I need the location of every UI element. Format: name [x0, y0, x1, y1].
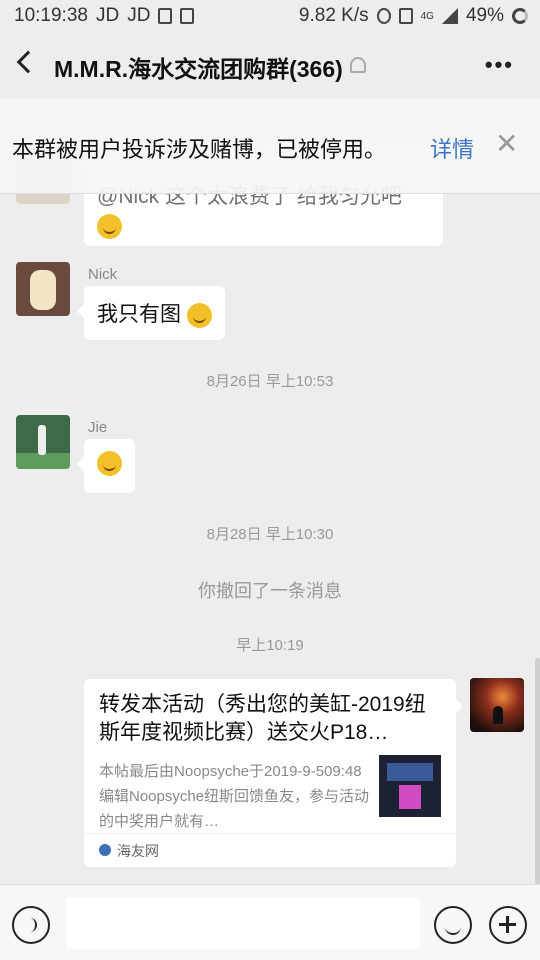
message-bubble[interactable] — [77, 439, 135, 493]
battery-level: 49% — [465, 5, 504, 26]
card-source: 海友网 — [117, 843, 159, 859]
message-list[interactable]: @Nick 这个太浪费了 给我匀允吧 Nick 我只有图 8月26日 早上10:… — [0, 98, 540, 884]
message-input[interactable] — [66, 897, 420, 949]
timestamp: 8月28日 早上10:30 — [206, 526, 334, 543]
chevron-left-icon[interactable] — [16, 50, 40, 74]
thinking-emoji-icon — [186, 302, 212, 328]
chat-header: M.M.R.海水交流团购群(366) ••• — [0, 32, 540, 98]
plus-icon[interactable] — [489, 906, 527, 944]
card-thumbnail — [379, 755, 441, 817]
avatar[interactable] — [16, 262, 70, 316]
vibrate-icon — [398, 8, 413, 24]
timestamp: 8月26日 早上10:53 — [206, 373, 334, 390]
card-title: 转发本活动（秀出您的美缸-2019纽斯年度视频比赛）送交火P18… — [99, 693, 426, 744]
network-speed: 9.82 K/s — [298, 5, 369, 26]
input-bar — [0, 884, 540, 960]
timestamp: 早上10:19 — [236, 637, 304, 654]
emoji-icon[interactable] — [434, 906, 472, 944]
signal-icon — [441, 8, 458, 24]
scrollbar[interactable] — [535, 658, 540, 884]
sim-icon — [180, 8, 195, 24]
grimace-emoji-icon — [97, 214, 122, 239]
notice-text: 本群被用户投诉涉及赌博，已被停用。 — [12, 137, 387, 162]
battery-icon — [512, 8, 528, 24]
avatar[interactable] — [16, 415, 70, 469]
network-type: 4G — [420, 10, 434, 22]
avatar[interactable] — [470, 678, 524, 732]
chat-title: M.M.R.海水交流团购群(366) — [54, 56, 343, 82]
notice-banner: 本群被用户投诉涉及赌博，已被停用。 详情 ✕ — [0, 98, 540, 194]
jd-app-icon: JD — [95, 5, 120, 26]
jd-app-icon: JD — [127, 5, 151, 26]
card-description: 本帖最后由Noopsyche于2019-9-509:48编辑Noopsyche纽… — [99, 763, 370, 830]
smirk-emoji-icon — [97, 451, 122, 476]
sender-name: Nick — [88, 266, 118, 283]
bell-off-icon — [350, 57, 366, 73]
message-text: 我只有图 — [97, 303, 181, 326]
message-bubble[interactable]: 我只有图 — [77, 286, 225, 340]
alarm-icon — [376, 8, 391, 24]
more-icon[interactable]: ••• — [485, 52, 514, 78]
details-link[interactable]: 详情 — [430, 132, 474, 164]
voice-icon[interactable] — [12, 906, 50, 944]
status-time: 10:19:38 — [14, 5, 88, 26]
status-bar: 10:19:38 JD JD 9.82 K/s 4G 49% — [0, 0, 540, 32]
close-icon[interactable]: ✕ — [495, 130, 518, 158]
card-footer: 海友网 — [84, 833, 456, 867]
share-card[interactable]: 转发本活动（秀出您的美缸-2019纽斯年度视频比赛）送交火P18… 本帖最后由N… — [84, 679, 463, 867]
sender-name: Jie — [88, 419, 108, 436]
source-logo-icon — [99, 844, 111, 856]
image-icon — [158, 8, 173, 24]
recall-notice: 你撤回了一条消息 — [198, 581, 342, 601]
